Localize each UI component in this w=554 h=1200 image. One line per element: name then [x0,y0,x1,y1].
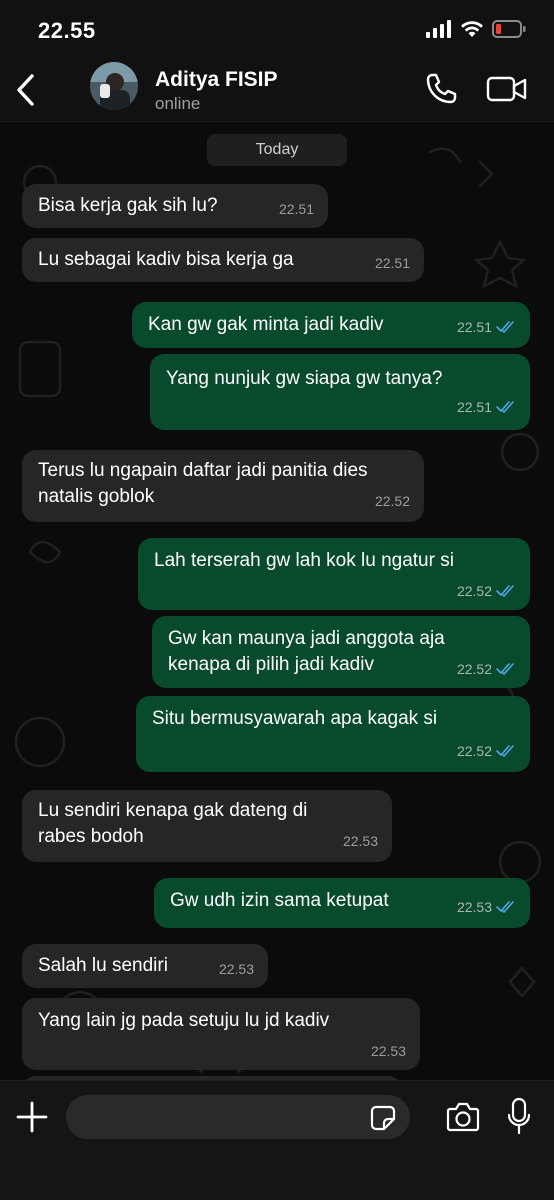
video-camera-icon [486,76,527,102]
message-incoming[interactable]: Bisa kerja gak sih lu? 22.51 [22,184,328,228]
message-input[interactable] [66,1095,410,1139]
message-text: Lu sendiri kenapa gak dateng di rabes bo… [38,800,308,847]
message-outgoing[interactable]: Kan gw gak minta jadi kadiv 22.51 [132,302,530,348]
message-time: 22.51 [278,201,314,217]
chat-area[interactable]: Today Bisa kerja gak sih lu? 22.51 Lu se… [0,122,554,1080]
camera-icon [446,1102,480,1132]
message-text: Lah terserah gw lah kok lu ngatur si [154,550,454,571]
message-incoming[interactable]: Salah lu sendiri 22.53 [22,944,268,988]
date-chip: Today [207,134,347,166]
avatar-photo-icon [90,62,138,110]
message-time: 22.53 [342,833,378,849]
message-outgoing[interactable]: Lah terserah gw lah kok lu ngatur si 22.… [138,538,530,610]
voice-call-button[interactable] [424,72,458,106]
message-meta: 22.52 [457,738,516,764]
message-meta: 22.51 [279,196,314,222]
message-outgoing[interactable]: Gw kan maunya jadi anggota aja kenapa di… [152,616,530,688]
double-check-icon [496,401,514,413]
signal-icon [426,20,451,38]
message-time: 22.51 [456,319,492,335]
message-incoming[interactable]: Lu sendiri kenapa gak dateng di rabes bo… [22,790,392,862]
battery-icon [492,20,526,38]
message-meta: 22.53 [457,894,516,920]
message-incoming[interactable]: Yang lain jg pada setuju lu jd kadiv 22.… [22,998,420,1070]
message-meta: 22.51 [457,394,516,420]
message-time: 22.51 [456,399,492,415]
double-check-icon [496,901,514,913]
message-time: 22.52 [456,583,492,599]
wifi-icon [461,21,483,37]
camera-button[interactable] [446,1101,480,1133]
message-time: 22.53 [456,899,492,915]
message-time: 22.52 [374,493,410,509]
contact-name[interactable]: Aditya FISIP [155,68,278,92]
double-check-icon [496,663,514,675]
sticker-icon [370,1105,396,1131]
status-bar: 22.55 [0,0,554,62]
status-icons [426,20,526,38]
message-time: 22.52 [456,743,492,759]
double-check-icon [496,745,514,757]
message-incoming[interactable]: Terus lu ngapain daftar jadi panitia die… [22,450,424,522]
message-text: Terus lu ngapain daftar jadi panitia die… [38,460,368,507]
message-text: Yang nunjuk gw siapa gw tanya? [166,368,443,389]
message-meta: 22.52 [457,578,516,604]
status-time: 22.55 [38,18,96,43]
sticker-button[interactable] [370,1105,396,1131]
message-text: Yang lain jg pada setuju lu jd kadiv [38,1010,330,1031]
message-meta: 22.51 [457,314,516,340]
double-check-icon [496,321,514,333]
message-time: 22.51 [374,255,410,271]
microphone-button[interactable] [507,1097,531,1137]
message-meta: 22.53 [371,1038,406,1064]
message-time: 22.52 [456,661,492,677]
contact-status: online [155,94,201,113]
message-time: 22.53 [218,961,254,977]
message-outgoing[interactable]: Situ bermusyawarah apa kagak si 22.52 [136,696,530,772]
message-outgoing[interactable]: Yang nunjuk gw siapa gw tanya? 22.51 [150,354,530,430]
double-check-icon [496,585,514,597]
plus-icon [16,1101,48,1133]
attach-button[interactable] [14,1099,50,1135]
message-outgoing[interactable]: Gw udh izin sama ketupat 22.53 [154,878,530,928]
message-incoming[interactable]: Lu sebagai kadiv bisa kerja ga 22.51 [22,238,424,282]
back-button[interactable] [10,72,40,108]
microphone-icon [507,1097,531,1135]
video-call-button[interactable] [486,74,528,104]
message-meta: 22.52 [457,656,516,682]
message-text: Situ bermusyawarah apa kagak si [152,708,438,729]
message-meta: 22.51 [375,250,410,276]
message-text: Bisa kerja gak sih lu? [38,195,218,216]
message-text: Lu sebagai kadiv bisa kerja ga [38,249,294,270]
chat-header: Aditya FISIP online [0,58,554,122]
phone-icon [426,73,457,104]
message-meta: 22.52 [375,488,410,514]
message-composer [0,1080,554,1200]
message-time: 22.53 [370,1043,406,1059]
chevron-left-icon [17,74,34,106]
avatar[interactable] [90,62,138,110]
message-text: Gw kan maunya jadi anggota aja kenapa di… [168,628,445,675]
message-meta: 22.53 [343,828,378,854]
message-meta: 22.53 [219,956,254,982]
